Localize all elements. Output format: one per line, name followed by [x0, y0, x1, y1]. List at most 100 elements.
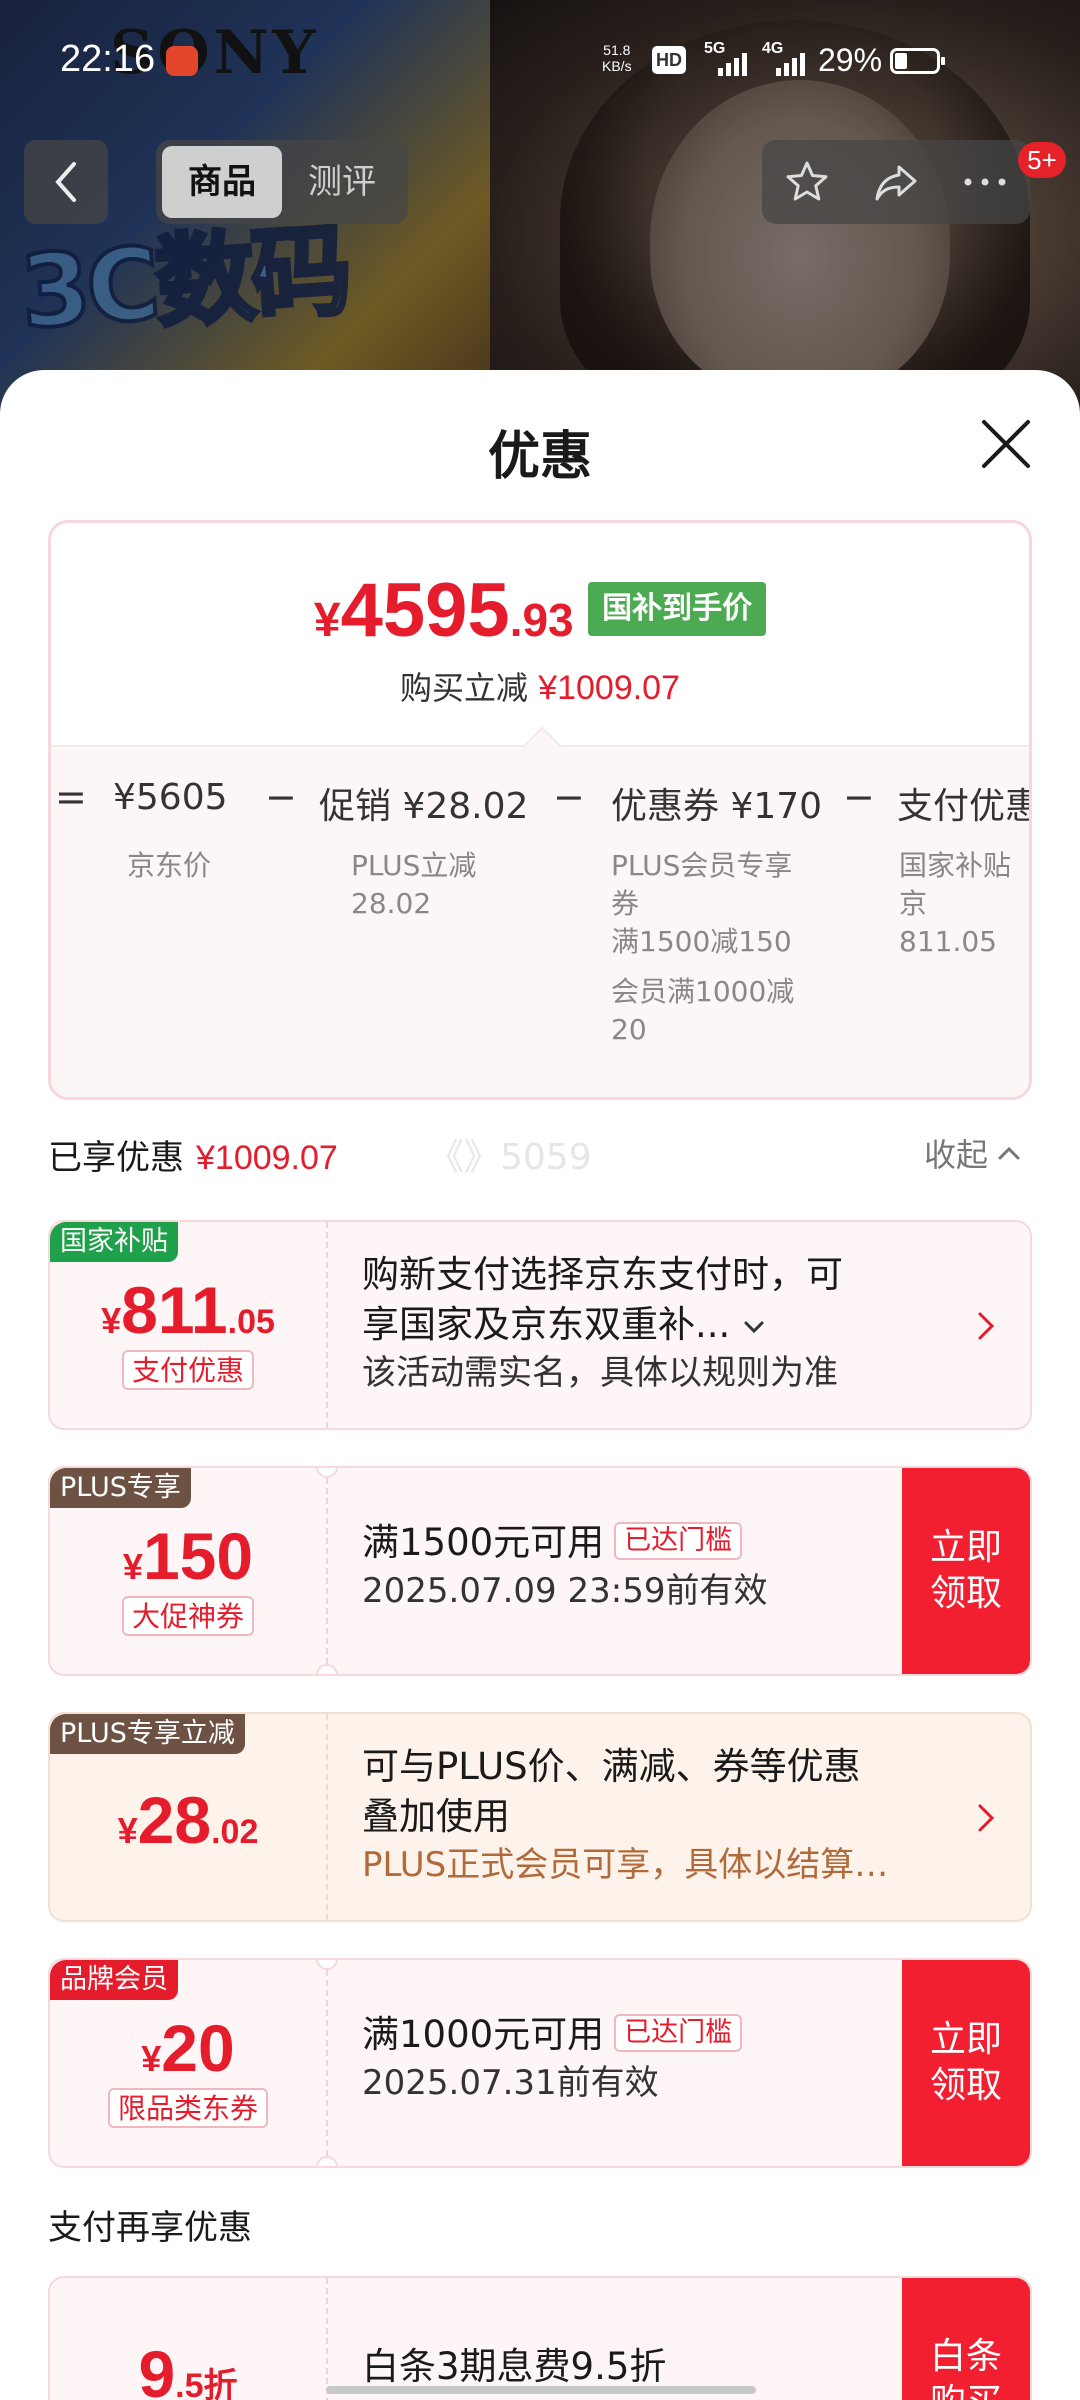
coupon-body: 白条3期息费9.5折	[362, 2342, 962, 2392]
coupon-validity: 2025.07.09 23:59前有效	[362, 1571, 768, 1611]
coupon-chip-label: 大促神券	[121, 1596, 254, 1636]
baitiao-buy-button[interactable]: 白条 购买	[902, 2278, 1030, 2400]
enjoyed-discount: 已享优惠 ¥1009.07	[48, 1130, 338, 1179]
coupon-title-line-2: 叠加使用	[362, 1795, 510, 1838]
breakdown-promotion: 促销 ¥28.02	[319, 786, 529, 827]
home-indicator[interactable]	[326, 2386, 756, 2394]
star-icon[interactable]	[777, 152, 837, 212]
coupon-title-line-2: 享国家及京东双重补...	[362, 1300, 962, 1350]
coupon-card-subsidy[interactable]: 国家补贴 ¥811.05 支付优惠 购新支付选择京东支付时，可 享国家及京东双重…	[48, 1220, 1032, 1430]
price-summary: ¥4595.93 国补到手价 购买立减 ¥1009.07 = ¥5605 − 促…	[48, 520, 1032, 1100]
final-price-decimal: .93	[509, 594, 574, 646]
payment-section-title: 支付再享优惠	[48, 2208, 252, 2248]
more-icon[interactable]	[955, 152, 1015, 212]
claim-button-label-line: 领取	[929, 2065, 1002, 2106]
coupon-chip: 大促神券	[50, 1596, 326, 1636]
coupon-amount-decimal: .02	[211, 1813, 259, 1851]
price-breakdown[interactable]: = ¥5605 − 促销 ¥28.02 − 优惠券 ¥170 − 支付优惠 京东…	[51, 745, 1032, 1097]
signal-4g-icon: 4G	[762, 40, 812, 76]
coupon-note: 该活动需实名，具体以规则为准	[362, 1353, 838, 1393]
price-summary-header: ¥4595.93 国补到手价 购买立减 ¥1009.07	[51, 523, 1029, 745]
chevron-left-icon	[55, 162, 76, 202]
coupon-amount-integer: 20	[161, 2011, 235, 2085]
network-speed-unit: KB/s	[602, 58, 632, 74]
chevron-right-icon[interactable]	[970, 1798, 1000, 1838]
claim-button[interactable]: 立即 领取	[902, 1960, 1030, 2166]
final-price-integer: 4595	[340, 568, 510, 653]
collapse-button[interactable]: 收起	[924, 1130, 1022, 1176]
coupon-badge: 国家补贴	[50, 1222, 178, 1262]
chevron-down-icon[interactable]	[742, 1317, 766, 1337]
coupon-divider	[326, 1714, 328, 1920]
coupon-amount: ¥28.02	[50, 1782, 326, 1858]
total-reduction: 购买立减 ¥1009.07	[51, 663, 1029, 709]
network-speed-value: 51.8	[603, 42, 631, 58]
breakdown-desc-line: 券	[611, 887, 640, 920]
coupon-card-baitiao[interactable]: 9.5折 白条3期息费9.5折 白条 购买	[48, 2276, 1032, 2400]
coupon-notch	[316, 1960, 338, 1970]
total-reduction-label: 购买立减	[400, 669, 529, 707]
close-button[interactable]	[976, 414, 1036, 474]
coupon-badge: PLUS专享	[50, 1468, 191, 1508]
breakdown-desc-jd: 京东价	[127, 847, 211, 885]
final-price: ¥4595.93 国补到手价	[51, 567, 1029, 654]
tab-product[interactable]: 商品	[162, 146, 282, 218]
tab-review[interactable]: 测评	[282, 146, 402, 218]
share-icon[interactable]	[866, 152, 926, 212]
coupon-card-plus-150[interactable]: PLUS专享 ¥150 大促神券 满1500元可用 已达门槛 2025.07.09…	[48, 1466, 1032, 1676]
breakdown-desc-line: 会员满1000减	[611, 975, 795, 1008]
coupon-title-line: 可与PLUS价、满减、券等优惠	[362, 1745, 861, 1788]
nav-actions	[762, 140, 1030, 224]
coupon-validity: 2025.07.31前有效	[362, 2063, 659, 2103]
claim-button[interactable]: 立即 领取	[902, 1468, 1030, 1674]
coupon-divider	[326, 1468, 328, 1674]
breakdown-payment: 支付优惠	[897, 786, 1032, 827]
baitiao-buy-button-label-line: 购买	[930, 2380, 1002, 2400]
breakdown-desc-line: 京东价	[127, 849, 212, 882]
coupon-notch	[316, 1468, 338, 1478]
chevron-right-icon[interactable]	[970, 1306, 1000, 1346]
breakdown-desc-line: PLUS立减	[351, 849, 477, 882]
claim-button-label-line: 立即	[929, 2019, 1002, 2060]
final-price-currency: ¥	[313, 594, 341, 647]
hd-voice-icon: HD	[652, 46, 686, 74]
breakdown-row: = ¥5605 − 促销 ¥28.02 − 优惠券 ¥170 − 支付优惠	[51, 775, 1032, 837]
coupon-amount-integer: 9	[138, 2337, 176, 2400]
coupon-amount-integer: 28	[137, 1783, 212, 1857]
coupon-divider	[326, 2278, 328, 2400]
coupon-amount-integer: 811	[121, 1273, 228, 1347]
enjoyed-discount-value: ¥1009.07	[196, 1139, 338, 1177]
coupon-divider	[326, 1222, 328, 1428]
coupon-title-line: 购新支付选择京东支付时，可	[362, 1253, 843, 1296]
coupon-body: 可与PLUS价、满减、券等优惠 叠加使用 PLUS正式会员可享，具体以结算…	[362, 1742, 962, 1888]
breakdown-operator: =	[55, 775, 87, 819]
claim-button-label: 立即 领取	[930, 2017, 1002, 2109]
claim-button-label: 立即 领取	[930, 1525, 1002, 1617]
coupon-amount-currency: ¥	[122, 1546, 143, 1587]
coupon-chip: 限品类东券	[50, 2088, 326, 2128]
threshold-met-tag: 已达门槛	[614, 1522, 743, 1560]
discount-sheet: 优惠 ¥4595.93 国补到手价 购买立减 ¥1009.07 = ¥5605 …	[0, 370, 1080, 2400]
coupon-amount-currency: ¥	[141, 2038, 162, 2079]
coupon-divider	[326, 1960, 328, 2166]
enjoyed-discount-label: 已享优惠	[48, 1138, 184, 1178]
coupon-amount-currency: ¥	[117, 1810, 138, 1851]
total-reduction-value: ¥1009.07	[538, 669, 680, 707]
chevron-up-icon	[998, 1146, 1020, 1160]
status-bar: 22:16 51.8 KB/s HD 5G 4G 29%	[0, 0, 1080, 120]
coupon-notch	[316, 2156, 338, 2166]
coupon-condition: 满1500元可用 已达门槛	[362, 1518, 962, 1568]
breakdown-desc-line: 28.02	[351, 887, 432, 920]
coupon-condition-text: 满1000元可用	[362, 2013, 605, 2056]
final-price-tag: 国补到手价	[588, 582, 767, 636]
breakdown-desc-coupon: PLUS会员专享 券 满1500减150 会员满1000减 20	[611, 847, 794, 1049]
watermark: 《》5059	[428, 1137, 592, 1178]
coupon-note: PLUS正式会员可享，具体以结算…	[362, 1845, 889, 1885]
breakdown-desc-line: 满1500减150	[611, 925, 792, 958]
coupon-card-plus-reduction[interactable]: PLUS专享立减 ¥28.02 可与PLUS价、满减、券等优惠 叠加使用 PLU…	[48, 1712, 1032, 1922]
coupon-card-brand-20[interactable]: 品牌会员 ¥20 限品类东券 满1000元可用 已达门槛 2025.07.31前有…	[48, 1958, 1032, 2168]
coupon-amount: ¥150	[50, 1518, 326, 1594]
back-button[interactable]	[24, 140, 108, 224]
breakdown-desc-line: 国家补贴京	[899, 849, 1012, 920]
coupon-badge: 品牌会员	[50, 1960, 178, 2000]
